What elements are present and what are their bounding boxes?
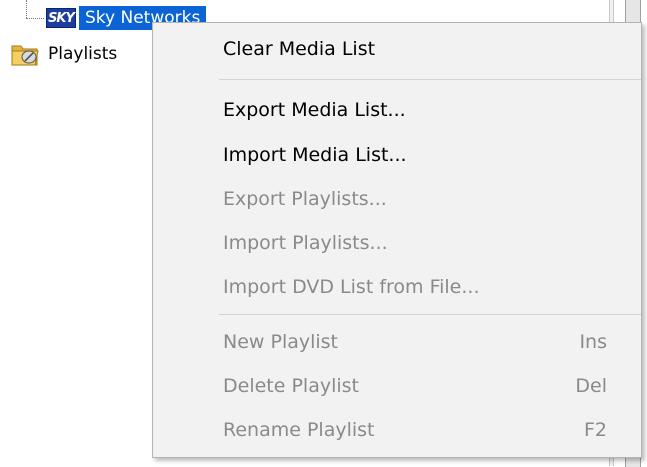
folder-icon bbox=[11, 45, 39, 66]
menu-item-rename-playlist[interactable]: Rename Playlist F2 bbox=[153, 408, 641, 452]
menu-item-label: Export Media List... bbox=[223, 99, 406, 121]
menu-item-label: Import Media List... bbox=[223, 144, 407, 166]
context-menu: Clear Media List Export Media List... Im… bbox=[152, 22, 642, 458]
menu-item-label: Import DVD List from File... bbox=[223, 276, 480, 298]
tree-connector-line bbox=[26, 0, 27, 18]
menu-item-label: Delete Playlist bbox=[223, 375, 359, 397]
tree-item-label: Playlists bbox=[48, 44, 118, 64]
menu-item-label: Export Playlists... bbox=[223, 188, 387, 210]
menu-item-label: Import Playlists... bbox=[223, 232, 388, 254]
menu-item-shortcut: Del bbox=[575, 375, 607, 397]
menu-item-export-playlists[interactable]: Export Playlists... bbox=[153, 177, 641, 221]
menu-item-label: Rename Playlist bbox=[223, 419, 375, 441]
menu-item-export-media-list[interactable]: Export Media List... bbox=[153, 88, 641, 132]
menu-item-clear-media-list[interactable]: Clear Media List bbox=[153, 27, 641, 71]
menu-item-shortcut: Ins bbox=[579, 331, 607, 353]
scroll-element[interactable] bbox=[625, 0, 641, 23]
menu-separator bbox=[219, 314, 641, 315]
menu-item-import-dvd-list[interactable]: Import DVD List from File... bbox=[153, 265, 641, 309]
menu-item-import-playlists[interactable]: Import Playlists... bbox=[153, 221, 641, 265]
menu-item-import-media-list[interactable]: Import Media List... bbox=[153, 133, 641, 177]
menu-item-label: New Playlist bbox=[223, 331, 339, 353]
menu-separator bbox=[219, 79, 641, 80]
tree-connector-line bbox=[26, 18, 44, 19]
menu-item-label: Clear Media List bbox=[223, 38, 376, 60]
sky-logo-icon: SKY bbox=[46, 8, 76, 28]
tree-item-playlists[interactable]: Playlists bbox=[10, 42, 117, 66]
menu-item-delete-playlist[interactable]: Delete Playlist Del bbox=[153, 364, 641, 408]
menu-item-shortcut: F2 bbox=[583, 419, 607, 441]
menu-item-new-playlist[interactable]: New Playlist Ins bbox=[153, 320, 641, 364]
